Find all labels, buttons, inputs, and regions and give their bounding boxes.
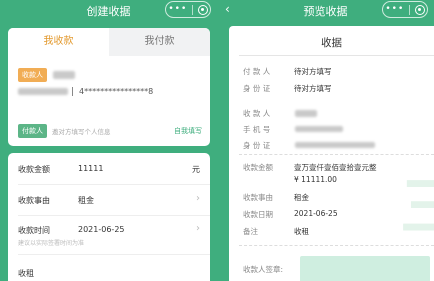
payer-row: 付款人 邀对方填写个人信息 自我填写 <box>18 124 202 138</box>
phone-redacted <box>295 126 343 132</box>
amount-label: 收款金额 <box>18 165 50 174</box>
reason-label: 收款事由 <box>18 196 50 205</box>
reason-value: 租金 <box>294 193 309 202</box>
payer-label: 付 款 人 <box>243 67 271 76</box>
more-menu-icon[interactable]: ••• <box>168 5 187 14</box>
note-value: 收租 <box>294 227 309 236</box>
receipt-party-card: 我收款 我付款 收款人 4****************8 付款人 邀对方填写… <box>8 28 210 146</box>
receipt-title: 收据 <box>321 37 342 49</box>
nav-bar: ‹ 预览收据 ••• <box>217 0 434 22</box>
amount-uppercase: 壹万壹仟壹佰壹拾壹元整 <box>294 163 377 172</box>
payer-id-value: 待对方填写 <box>294 84 332 93</box>
payee-tag: 收款人 <box>18 68 47 82</box>
capsule-divider <box>191 4 193 15</box>
receipt-preview-sheet: 三 收据 付 款 人 待对方填写 身 份 证 待对方填写 收 款 人 手 机 号… <box>229 26 434 281</box>
bank-name-redacted <box>18 88 68 95</box>
divider <box>18 215 210 216</box>
divider <box>18 184 210 185</box>
capsule-divider <box>408 4 410 15</box>
date-label: 收款日期 <box>243 210 273 219</box>
reason-label: 收款事由 <box>243 193 273 202</box>
account-separator <box>72 87 73 96</box>
payee-id-redacted <box>295 142 375 148</box>
payer-id-label: 身 份 证 <box>243 84 271 93</box>
time-value: 2021-06-25 <box>78 225 125 234</box>
payer-hint: 邀对方填写个人信息 <box>52 128 111 136</box>
mini-program-capsule: ••• <box>382 1 428 18</box>
divider <box>18 254 210 255</box>
amount-value: 11111 <box>78 164 104 173</box>
phone-label: 手 机 号 <box>243 125 271 134</box>
create-receipt-screen: 创建收据 ••• 我收款 我付款 收款人 4****************8 … <box>0 0 217 281</box>
payer-tag: 付款人 <box>18 124 47 138</box>
signature-label: 收款人签章: <box>243 265 284 274</box>
amount-unit: 元 <box>192 165 200 174</box>
reason-value: 租金 <box>78 196 94 205</box>
time-hint: 建议以实际签署时间为准 <box>18 240 85 247</box>
signature-box <box>300 256 430 281</box>
payee-label: 收 款 人 <box>243 109 271 118</box>
tab-receive[interactable]: 我收款 <box>8 28 109 56</box>
date-value: 2021-06-25 <box>294 209 338 218</box>
payer-value: 待对方填写 <box>294 67 332 76</box>
payee-name-redacted <box>53 71 75 79</box>
payee-row: 收款人 <box>18 68 75 82</box>
chevron-right-icon: › <box>196 223 200 234</box>
time-label: 收款时间 <box>18 226 50 235</box>
account-row: 4****************8 <box>18 87 153 96</box>
chevron-right-icon: › <box>196 193 200 204</box>
payee-id-label: 身 份 证 <box>243 141 271 150</box>
nav-bar: 创建收据 ••• <box>0 0 217 22</box>
watermark-logo: 三 <box>400 171 434 245</box>
mini-program-capsule: ••• <box>165 1 211 18</box>
note-value: 收租 <box>18 269 34 278</box>
amount-number: ¥ 11111.00 <box>294 175 337 184</box>
dashed-divider <box>239 245 434 246</box>
title-rule <box>239 55 434 56</box>
direction-tabs: 我收款 我付款 <box>8 28 210 56</box>
receipt-detail-card: 收款金额 11111 元 收款事由 租金 › 收款时间 2021-06-25 ›… <box>8 153 210 281</box>
close-miniapp-icon[interactable] <box>197 4 208 15</box>
tab-pay[interactable]: 我付款 <box>109 28 210 56</box>
close-miniapp-icon[interactable] <box>414 4 425 15</box>
self-fill-link[interactable]: 自我填写 <box>174 126 202 136</box>
amount-label: 收款金额 <box>243 163 273 172</box>
dashed-divider <box>239 154 434 155</box>
account-number: 4****************8 <box>79 87 154 96</box>
note-label: 备注 <box>243 227 258 236</box>
payee-name-redacted <box>295 110 317 117</box>
preview-receipt-screen: ‹ 预览收据 ••• 三 收据 付 款 人 待对方填写 身 份 证 待对方填写 … <box>217 0 434 281</box>
more-menu-icon[interactable]: ••• <box>385 5 404 14</box>
